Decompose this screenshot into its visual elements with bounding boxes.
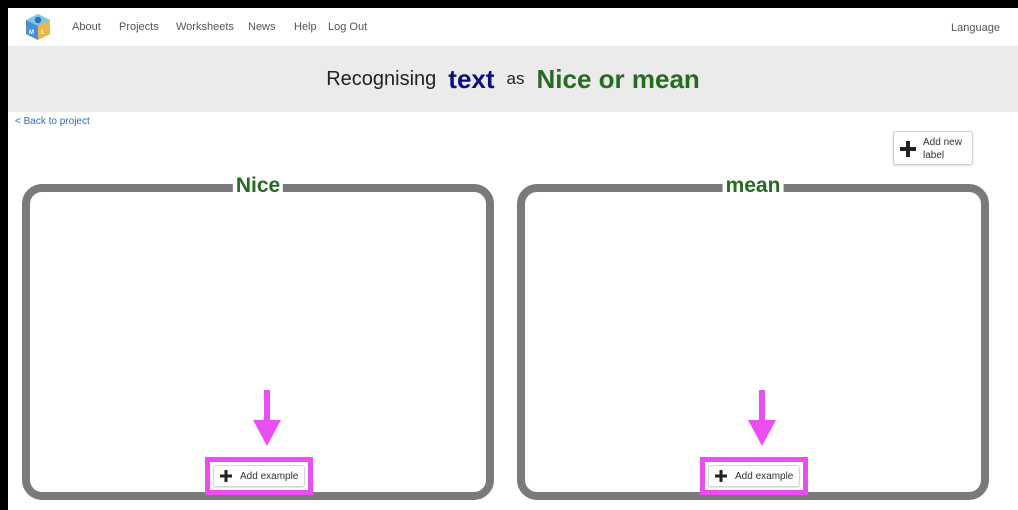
label-bucket-nice: Nice Add example xyxy=(22,173,494,500)
add-example-label: Add example xyxy=(240,471,299,482)
down-arrow-icon xyxy=(253,390,281,446)
nav-news[interactable]: News xyxy=(248,21,276,33)
nav-help[interactable]: Help xyxy=(294,21,317,33)
add-new-label-text: Add new label xyxy=(923,137,962,161)
add-example-button[interactable]: Add example xyxy=(213,465,305,487)
title-type: text xyxy=(448,63,495,94)
plus-icon xyxy=(220,470,232,482)
title-prefix: Recognising xyxy=(326,67,437,90)
svg-text:M: M xyxy=(29,30,34,36)
title-as: as xyxy=(506,69,525,88)
bucket-title: mean xyxy=(722,173,784,199)
nav-projects[interactable]: Projects xyxy=(119,21,159,33)
bucket-title: Nice xyxy=(232,173,284,199)
plus-icon xyxy=(715,470,727,482)
add-example-highlight: Add example xyxy=(700,457,808,495)
nav-about[interactable]: About xyxy=(72,21,101,33)
top-navbar: M L About Projects Worksheets News Help … xyxy=(8,8,1018,46)
title-labels: Nice or mean xyxy=(536,63,700,94)
add-example-button[interactable]: Add example xyxy=(708,465,800,487)
add-example-highlight: Add example xyxy=(205,457,313,495)
back-to-project-link[interactable]: < Back to project xyxy=(15,116,90,127)
ml-for-kids-logo-icon[interactable]: M L xyxy=(24,12,52,42)
add-example-label: Add example xyxy=(735,471,794,482)
plus-icon xyxy=(900,141,916,157)
svg-text:L: L xyxy=(41,30,45,36)
nav-language[interactable]: Language xyxy=(951,22,1000,34)
down-arrow-icon xyxy=(748,390,776,446)
nav-worksheets[interactable]: Worksheets xyxy=(176,21,234,33)
label-bucket-mean: mean Add example xyxy=(517,173,989,500)
nav-logout[interactable]: Log Out xyxy=(328,21,367,33)
page-title: Recognising text as Nice or mean xyxy=(8,46,1018,112)
app-window: M L About Projects Worksheets News Help … xyxy=(8,8,1018,510)
add-new-label-button[interactable]: Add new label xyxy=(893,131,973,165)
